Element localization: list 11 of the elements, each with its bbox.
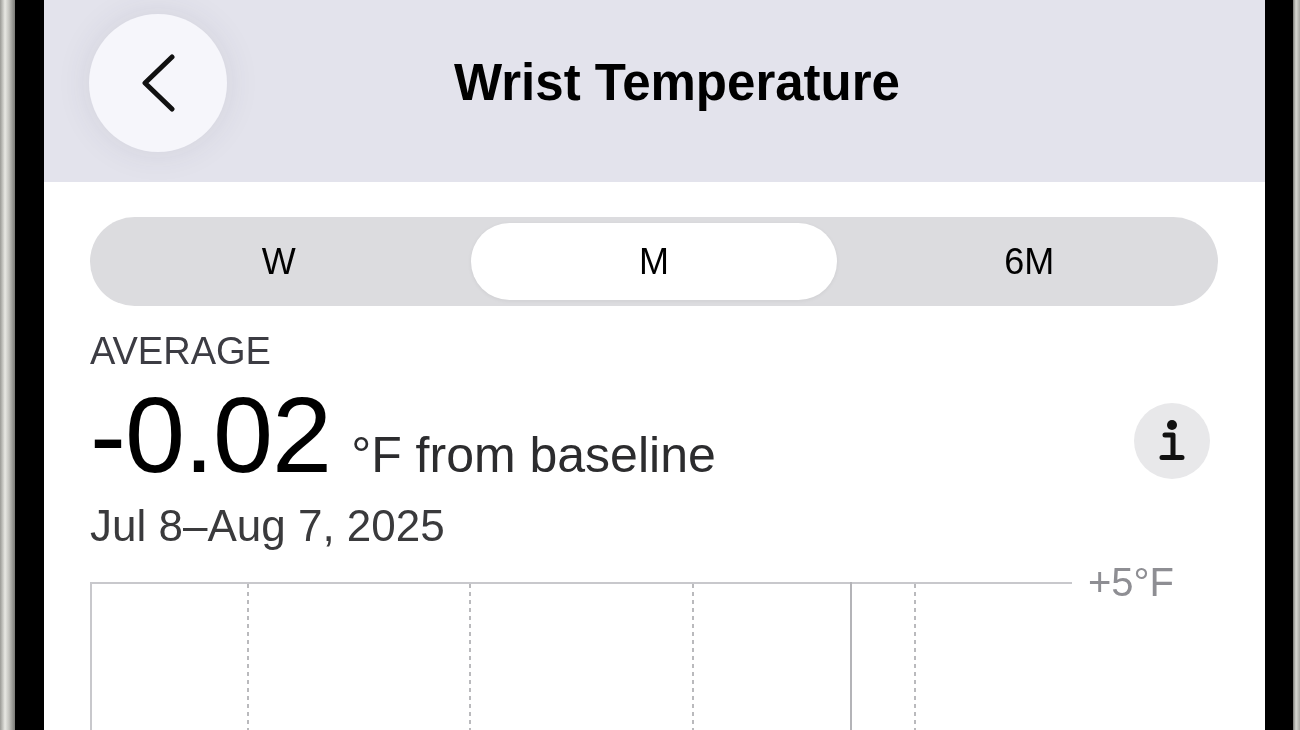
info-icon bbox=[1159, 420, 1185, 462]
value-unit: °F from baseline bbox=[351, 426, 716, 485]
average-value: -0.02 bbox=[90, 380, 332, 490]
screen-title: Wrist Temperature bbox=[454, 53, 900, 113]
date-range: Jul 8–Aug 7, 2025 bbox=[90, 502, 446, 550]
axis-label: +5°F bbox=[1088, 562, 1175, 602]
average-label: AVERAGE bbox=[90, 331, 272, 371]
segment-tab[interactable]: W bbox=[96, 223, 462, 300]
chevron-left-icon bbox=[140, 54, 176, 112]
segment-tab[interactable]: M bbox=[471, 223, 837, 300]
segment-tab[interactable]: 6M bbox=[846, 223, 1212, 300]
